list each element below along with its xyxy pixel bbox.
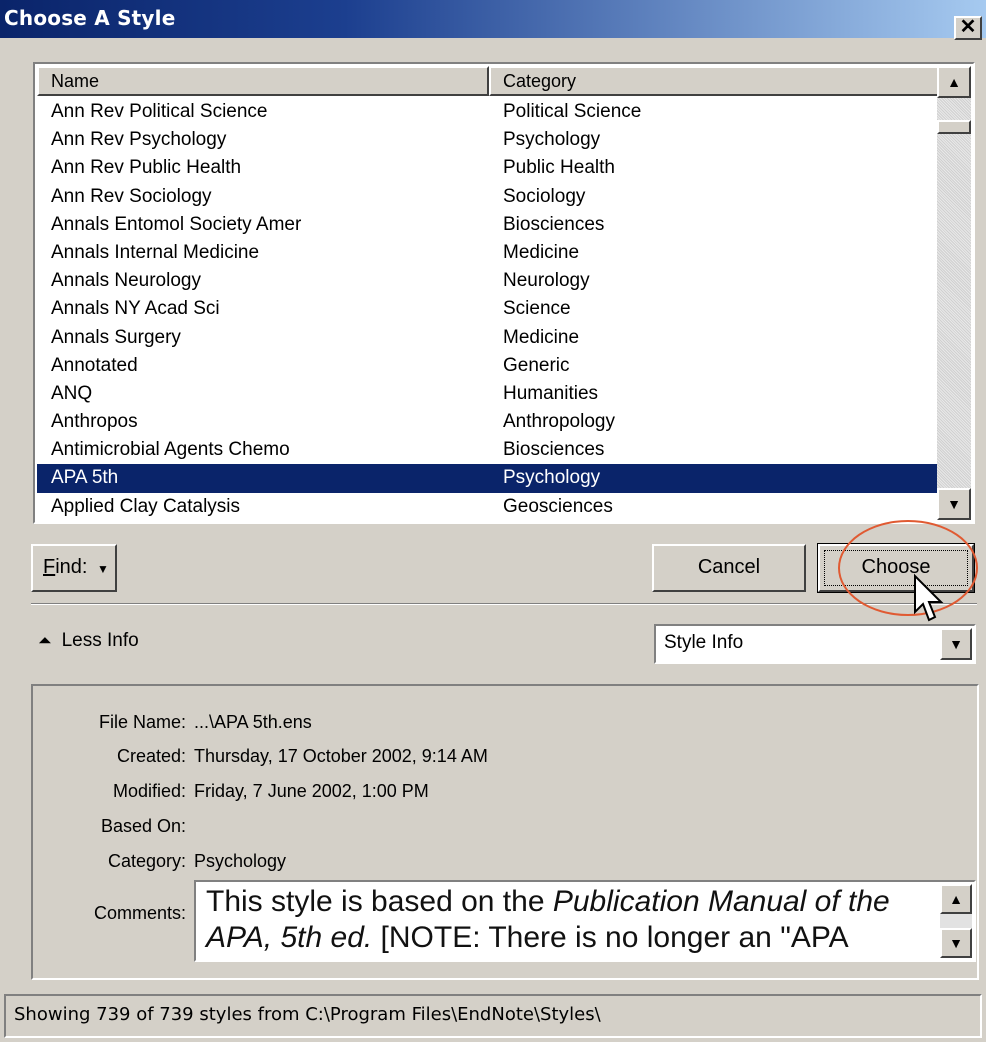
list-row[interactable]: Annals Internal Medicine Medicine <box>37 239 939 267</box>
style-category-cell: Humanities <box>503 382 599 404</box>
style-name-cell: Anthropos <box>51 411 138 433</box>
category-label: Category: <box>107 851 186 871</box>
scroll-up-button[interactable]: ▲ <box>937 66 971 98</box>
comments-scrollbar[interactable]: ▲ ▼ <box>940 884 972 958</box>
list-row[interactable]: Anthropos Anthropology <box>37 408 939 436</box>
style-category-cell: Medicine <box>503 241 580 263</box>
style-name-cell: Ann Rev Psychology <box>51 129 227 151</box>
style-name-cell: ANQ <box>51 382 93 404</box>
style-category-cell: Generic <box>503 354 570 376</box>
list-row-selected[interactable]: APA 5th Psychology <box>37 464 939 493</box>
list-row[interactable]: Antimicrobial Agents Chemo Biosciences <box>37 436 939 464</box>
style-category-cell: Sociology <box>503 185 586 207</box>
style-name-cell: APA 5th <box>51 467 119 489</box>
less-info-toggle[interactable]: ⏶ Less Info <box>38 630 139 652</box>
style-category-cell: Psychology <box>503 467 601 489</box>
dropdown-arrow-icon: ▼ <box>97 562 109 576</box>
dropdown-button[interactable]: ▼ <box>940 628 972 660</box>
style-name-cell: Antimicrobial Agents Chemo <box>51 439 290 461</box>
down-arrow-icon: ▼ <box>949 935 963 951</box>
list-scrollbar[interactable]: ▲ ▼ <box>937 66 971 520</box>
style-name-cell: Annals NY Acad Sci <box>51 298 220 320</box>
modified-label: Modified: <box>112 781 186 801</box>
style-category-cell: Anthropology <box>503 411 615 433</box>
list-row[interactable]: Annals NY Acad Sci Science <box>37 295 939 323</box>
double-up-arrow-icon: ⏶ <box>38 631 52 650</box>
style-category-cell: Public Health <box>503 157 615 179</box>
status-bar: Showing 739 of 739 styles from C:\Progra… <box>4 994 982 1038</box>
comments-scroll-up[interactable]: ▲ <box>940 884 972 914</box>
down-arrow-icon: ▼ <box>949 636 963 652</box>
list-rows: Ann Rev Political Science Political Scien… <box>37 98 939 521</box>
down-arrow-icon: ▼ <box>947 496 961 512</box>
style-name-cell: Annotated <box>51 354 138 376</box>
style-category-cell: Medicine <box>503 326 580 348</box>
comments-label: Comments: <box>93 903 186 923</box>
list-row[interactable]: Ann Rev Psychology Psychology <box>37 126 939 154</box>
list-row[interactable]: Annotated Generic <box>37 352 939 380</box>
style-category-cell: Biosciences <box>503 213 605 235</box>
style-name-cell: Annals Surgery <box>51 326 181 348</box>
up-arrow-icon: ▲ <box>949 891 963 907</box>
list-row[interactable]: Ann Rev Sociology Sociology <box>37 183 939 211</box>
style-name-cell: Annals Entomol Society Amer <box>51 213 302 235</box>
list-row[interactable]: ANQ Humanities <box>37 380 939 408</box>
close-button[interactable]: ✕ <box>954 16 982 40</box>
list-row[interactable]: Ann Rev Political Science Political Scien… <box>37 98 939 126</box>
title-bar: Choose A Style <box>0 0 986 38</box>
find-button[interactable]: Find: ▼ <box>31 544 117 592</box>
style-category-cell: Science <box>503 298 571 320</box>
style-list[interactable]: Name Category Ann Rev Political Science P… <box>33 62 975 524</box>
find-label: ind: <box>55 556 88 578</box>
cancel-button[interactable]: Cancel <box>652 544 806 592</box>
modified-value: Friday, 7 June 2002, 1:00 PM <box>194 781 429 801</box>
style-category-cell: Neurology <box>503 270 590 292</box>
style-category-cell: Political Science <box>503 101 642 122</box>
column-header-category[interactable]: Category <box>489 66 939 96</box>
style-category-cell: Geosciences <box>503 495 613 517</box>
based-on-label: Based On: <box>100 816 186 836</box>
style-name-cell: Annals Internal Medicine <box>51 241 260 263</box>
comments-text-2: [NOTE: There is no longer an "APA <box>372 921 849 954</box>
info-type-select[interactable]: Style Info ▼ <box>654 624 976 664</box>
comments-field[interactable]: This style is based on the Publication M… <box>194 880 976 962</box>
style-name-cell: Ann Rev Sociology <box>51 185 212 207</box>
category-value: Psychology <box>194 851 287 871</box>
style-category-cell: Biosciences <box>503 439 605 461</box>
created-value: Thursday, 17 October 2002, 9:14 AM <box>194 746 488 766</box>
style-category-cell: Psychology <box>503 129 601 151</box>
file-name-value: ...\APA 5th.ens <box>194 712 312 732</box>
style-name-cell: Ann Rev Political Science <box>51 101 268 122</box>
less-info-label: Less Info <box>61 630 139 651</box>
separator <box>31 603 977 605</box>
list-row[interactable]: Applied Clay Catalysis Geosciences <box>37 493 939 521</box>
info-type-value: Style Info <box>664 632 744 653</box>
list-row[interactable]: Annals Surgery Medicine <box>37 324 939 352</box>
file-name-label: File Name: <box>98 712 186 732</box>
list-row[interactable]: Annals Entomol Society Amer Biosciences <box>37 211 939 239</box>
close-icon: ✕ <box>959 16 977 38</box>
style-name-cell: Ann Rev Public Health <box>51 157 242 179</box>
list-row[interactable]: Annals Neurology Neurology <box>37 267 939 295</box>
created-label: Created: <box>116 746 186 766</box>
list-row[interactable]: Ann Rev Public Health Public Health <box>37 154 939 182</box>
comments-text: This style is based on the Publication M… <box>206 884 930 956</box>
style-name-cell: Annals Neurology <box>51 270 201 292</box>
style-name-cell: Applied Clay Catalysis <box>51 495 241 517</box>
comments-text-1: This style is based on the <box>206 885 553 918</box>
scroll-down-button[interactable]: ▼ <box>937 488 971 520</box>
mouse-pointer-icon <box>914 573 944 622</box>
column-header-name[interactable]: Name <box>37 66 489 96</box>
window-title: Choose A Style <box>4 6 176 30</box>
up-arrow-icon: ▲ <box>947 74 961 90</box>
find-accel: F <box>43 556 56 578</box>
comments-scroll-down[interactable]: ▼ <box>940 928 972 958</box>
scroll-thumb[interactable] <box>937 120 971 134</box>
list-header: Name Category <box>37 66 939 96</box>
